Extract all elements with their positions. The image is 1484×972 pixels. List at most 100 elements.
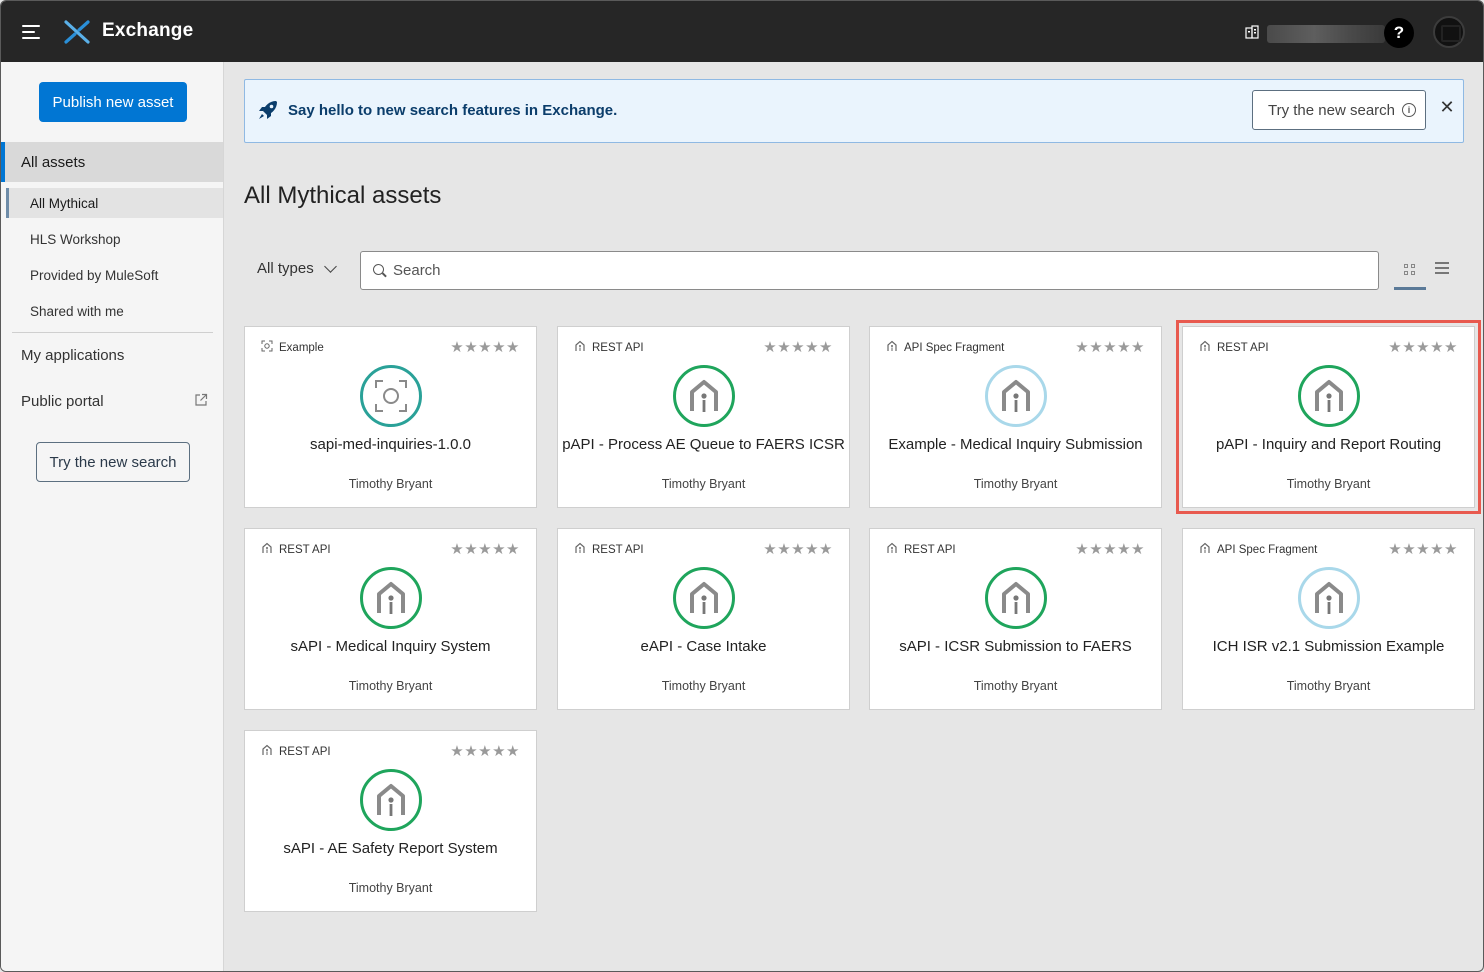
chevron-down-icon [323, 259, 337, 273]
asset-type-dropdown[interactable]: All types [257, 259, 337, 277]
asset-author: Timothy Bryant [348, 679, 433, 693]
fragment-icon [985, 365, 1047, 427]
asset-type-label: Example [279, 341, 324, 354]
asset-name: sAPI - Medical Inquiry System [290, 638, 491, 655]
asset-type-label: API Spec Fragment [1217, 543, 1318, 556]
publish-new-asset-button[interactable]: Publish new asset [39, 82, 187, 122]
sidebar-item-shared-with-me[interactable]: Shared with me [6, 296, 223, 326]
asset-card[interactable]: REST API ★★★★★ eAPI - Case Intake Timoth… [557, 528, 850, 710]
sidebar-item-hls-workshop[interactable]: HLS Workshop [6, 224, 223, 254]
rocket-icon [259, 101, 277, 119]
asset-author: Timothy Bryant [348, 881, 433, 895]
search-input[interactable] [393, 262, 1373, 279]
list-view-toggle[interactable] [1435, 262, 1449, 274]
banner-message: Say hello to new search features in Exch… [288, 102, 618, 119]
asset-name: sapi-med-inquiries-1.0.0 [310, 436, 471, 453]
asset-author: Timothy Bryant [1286, 477, 1371, 491]
example-icon [360, 365, 422, 427]
rest-api-icon [360, 769, 422, 831]
asset-author: Timothy Bryant [661, 477, 746, 491]
asset-type: REST API [886, 542, 956, 557]
asset-type-label: API Spec Fragment [904, 341, 1005, 354]
asset-card[interactable]: API Spec Fragment ★★★★★ Example - Medica… [869, 326, 1162, 508]
asset-name: eAPI - Case Intake [640, 638, 767, 655]
asset-type: REST API [574, 542, 644, 557]
asset-name: pAPI - Process AE Queue to FAERS ICSR [562, 436, 845, 453]
organization-icon[interactable] [1245, 25, 1259, 42]
asset-card[interactable]: REST API ★★★★★ sAPI - ICSR Submission to… [869, 528, 1162, 710]
rest-api-icon [1298, 365, 1360, 427]
rest-api-type-icon [886, 542, 904, 557]
asset-card[interactable]: REST API ★★★★★ pAPI - Inquiry and Report… [1176, 320, 1481, 514]
asset-author: Timothy Bryant [973, 477, 1058, 491]
page-title: All Mythical assets [244, 182, 442, 209]
sidebar-item-public-portal[interactable]: Public portal [21, 393, 104, 410]
fragment-type-icon [886, 340, 904, 355]
rating-stars: ★★★★★ [1388, 339, 1458, 356]
rest-api-icon [673, 365, 735, 427]
fragment-type-icon [1199, 542, 1217, 557]
asset-card[interactable]: REST API ★★★★★ sAPI - Medical Inquiry Sy… [244, 528, 537, 710]
rating-stars: ★★★★★ [1075, 339, 1145, 356]
search-box [360, 251, 1379, 290]
external-link-icon[interactable] [194, 393, 208, 407]
asset-author: Timothy Bryant [973, 679, 1058, 693]
sidebar-divider [12, 332, 213, 333]
asset-card[interactable]: API Spec Fragment ★★★★★ ICH ISR v2.1 Sub… [1182, 528, 1475, 710]
user-name-redacted[interactable] [1267, 25, 1385, 43]
app-window: Exchange ? Publish new asset All assets … [0, 0, 1484, 972]
rating-stars: ★★★★★ [450, 743, 520, 760]
asset-card[interactable]: REST API ★★★★★ pAPI - Process AE Queue t… [557, 326, 850, 508]
asset-name: sAPI - ICSR Submission to FAERS [899, 638, 1132, 655]
close-icon[interactable]: ✕ [1438, 98, 1456, 116]
asset-name: ICH ISR v2.1 Submission Example [1212, 638, 1445, 655]
asset-type: API Spec Fragment [886, 340, 1004, 355]
rest-api-type-icon [261, 542, 279, 557]
asset-name: Example - Medical Inquiry Submission [888, 436, 1143, 453]
sidebar-item-my-applications[interactable]: My applications [21, 347, 124, 364]
menu-icon[interactable] [22, 23, 42, 41]
asset-type-label: REST API [592, 341, 644, 354]
sidebar-item-all-assets[interactable]: All assets [1, 142, 223, 182]
sidebar-item-provided-by-mulesoft[interactable]: Provided by MuleSoft [6, 260, 223, 290]
rating-stars: ★★★★★ [450, 339, 520, 356]
rating-stars: ★★★★★ [1388, 541, 1458, 558]
asset-type: API Spec Fragment [1199, 542, 1317, 557]
sidebar-item-all-mythical[interactable]: All Mythical [6, 188, 223, 218]
rating-stars: ★★★★★ [763, 339, 833, 356]
example-type-icon [261, 340, 279, 355]
rest-api-icon [360, 567, 422, 629]
profile-avatar[interactable] [1433, 16, 1465, 48]
rest-api-type-icon [574, 340, 592, 355]
asset-author: Timothy Bryant [1286, 679, 1371, 693]
asset-type-label: All types [257, 260, 314, 277]
asset-type: Example [261, 340, 324, 355]
rest-api-icon [985, 567, 1047, 629]
asset-type: REST API [1199, 340, 1269, 355]
rest-api-type-icon [1199, 340, 1217, 355]
banner-try-label: Try the new search [1268, 101, 1395, 119]
app-title: Exchange [102, 20, 194, 41]
asset-card[interactable]: Example ★★★★★ sapi-med-inquiries-1.0.0 T… [244, 326, 537, 508]
rest-api-type-icon [261, 744, 279, 759]
asset-author: Timothy Bryant [348, 477, 433, 491]
asset-name: pAPI - Inquiry and Report Routing [1215, 436, 1442, 453]
asset-author: Timothy Bryant [661, 679, 746, 693]
search-icon [373, 263, 387, 278]
grid-view-toggle[interactable] [1394, 256, 1426, 290]
asset-type-label: REST API [279, 543, 331, 556]
rating-stars: ★★★★★ [450, 541, 520, 558]
asset-type-label: REST API [279, 745, 331, 758]
sidebar-try-new-search-button[interactable]: Try the new search [36, 442, 190, 482]
help-button[interactable]: ? [1384, 18, 1414, 48]
asset-card[interactable]: REST API ★★★★★ sAPI - AE Safety Report S… [244, 730, 537, 912]
banner-try-new-search-button[interactable]: Try the new search i [1252, 90, 1426, 130]
asset-type-label: REST API [592, 543, 644, 556]
asset-type-label: REST API [904, 543, 956, 556]
rating-stars: ★★★★★ [1075, 541, 1145, 558]
fragment-icon [1298, 567, 1360, 629]
rest-api-icon [673, 567, 735, 629]
exchange-logo-icon [64, 20, 90, 44]
asset-type: REST API [261, 744, 331, 759]
rating-stars: ★★★★★ [763, 541, 833, 558]
